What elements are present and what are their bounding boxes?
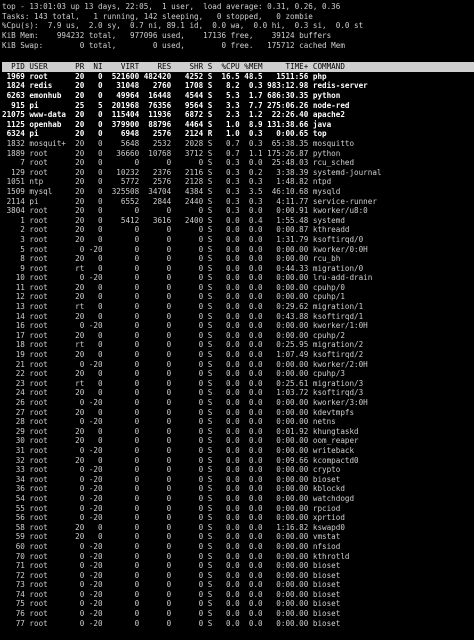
table-row: 58 root 20 0 0 0 0 S 0.0 0.0 1:16.82 ksw… — [2, 522, 345, 532]
table-row: 17 root 20 0 0 0 0 S 0.0 0.0 0:00.00 cpu… — [2, 330, 345, 340]
table-row: 13 root rt 0 0 0 0 S 0.0 0.0 0:29.62 mig… — [2, 302, 364, 312]
table-row: 1832 mosquit+ 20 0 5648 2532 2028 S 0.7 … — [2, 138, 355, 148]
table-row: 14 root 20 0 0 0 0 S 0.0 0.0 0:43.88 kso… — [2, 311, 364, 321]
table-row: 7 root 20 0 0 0 0 S 0.3 0.0 25:48.03 rcu… — [2, 158, 355, 168]
tasks-line: Tasks: 143 total, 1 running, 142 sleepin… — [2, 11, 313, 21]
table-row: 60 root 0 -20 0 0 0 S 0.0 0.0 0:00.00 nf… — [2, 541, 341, 551]
table-row: 9 root rt 0 0 0 0 S 0.0 0.0 0:44.33 migr… — [2, 263, 364, 273]
table-row: 1969 root 20 0 521600 482420 4252 S 16.5… — [2, 71, 327, 81]
table-row: 76 root 0 -20 0 0 0 S 0.0 0.0 0:00.00 bi… — [2, 609, 341, 619]
table-row: 33 root 0 -20 0 0 0 S 0.0 0.0 0:00.00 cr… — [2, 465, 341, 475]
table-row: 71 root 0 -20 0 0 0 S 0.0 0.0 0:00.00 bi… — [2, 561, 341, 571]
table-row: 75 root 0 -20 0 0 0 S 0.0 0.0 0:00.00 bi… — [2, 599, 341, 609]
table-row: 28 root 0 -20 0 0 0 S 0.0 0.0 0:00.00 ne… — [2, 417, 336, 427]
table-row: 32 root 20 0 0 0 0 S 0.0 0.0 0:09.66 kco… — [2, 455, 359, 465]
table-row: 56 root 0 -20 0 0 0 S 0.0 0.0 0:00.00 xp… — [2, 513, 345, 523]
table-row: 36 root 0 -20 0 0 0 S 0.0 0.0 0:00.00 kb… — [2, 484, 345, 494]
table-row: 129 root 20 0 10232 2376 2116 S 0.3 0.2 … — [2, 167, 382, 177]
table-row: 72 root 0 -20 0 0 0 S 0.0 0.0 0:00.00 bi… — [2, 570, 341, 580]
table-row: 1824 redis 20 0 31048 2760 1708 S 8.2 0.… — [2, 81, 368, 91]
table-row: 1509 mysql 20 0 325508 34704 4384 S 0.3 … — [2, 186, 341, 196]
table-row: 10 root 0 -20 0 0 0 S 0.0 0.0 0:00.00 lr… — [2, 273, 373, 283]
table-row: 19 root 20 0 0 0 0 S 0.0 0.0 1:07.49 kso… — [2, 350, 364, 360]
table-row: 1 root 20 0 5412 3616 2400 S 0.0 0.4 1:5… — [2, 215, 345, 225]
table-row: 3 root 20 0 0 0 0 S 0.0 0.0 1:31.79 ksof… — [2, 234, 364, 244]
table-row: 29 root 20 0 0 0 0 S 0.0 0.0 0:01.92 khu… — [2, 426, 359, 436]
table-row: 22 root 20 0 0 0 0 S 0.0 0.0 0:00.00 cpu… — [2, 369, 345, 379]
table-row: 2 root 20 0 0 0 0 S 0.0 0.0 0:00.87 kthr… — [2, 225, 350, 235]
table-row: 12 root 20 0 0 0 0 S 0.0 0.0 0:00.00 cpu… — [2, 292, 345, 302]
table-row: 74 root 0 -20 0 0 0 S 0.0 0.0 0:00.00 bi… — [2, 589, 341, 599]
table-row: 27 root 20 0 0 0 0 S 0.0 0.0 0:00.00 kde… — [2, 407, 355, 417]
table-row: 2114 pi 20 0 6552 2844 2440 S 0.3 0.3 4:… — [2, 196, 377, 206]
mem-line: KiB Mem: 994232 total, 977096 used, 1713… — [2, 31, 332, 41]
table-row: 23 root rt 0 0 0 0 S 0.0 0.0 0:25.61 mig… — [2, 378, 364, 388]
process-table: 1969 root 20 0 521600 482420 4252 S 16.5… — [2, 72, 474, 628]
table-row: 5 root 0 -20 0 0 0 S 0.0 0.0 0:00.00 kwo… — [2, 244, 368, 254]
table-row: 6263 emonhub 20 0 49964 16448 4544 S 5.3… — [2, 91, 341, 100]
swap-line: KiB Swap: 0 total, 0 used, 0 free. 17571… — [2, 40, 345, 50]
table-row: 1889 root 20 0 36660 10768 3712 S 0.7 1.… — [2, 148, 341, 158]
uptime-line: top - 13:01:03 up 13 days, 22:05, 1 user… — [2, 2, 341, 11]
table-row: 915 pi 25 5 201968 76356 9564 S 3.3 7.7 … — [2, 100, 350, 110]
table-row: 70 root 0 -20 0 0 0 S 0.0 0.0 0:00.00 kt… — [2, 551, 350, 561]
table-row: 73 root 0 -20 0 0 0 S 0.0 0.0 0:00.00 bi… — [2, 580, 341, 590]
terminal-window[interactable]: top - 13:01:03 up 13 days, 22:05, 1 user… — [0, 0, 474, 640]
table-row: 30 root 20 0 0 0 0 S 0.0 0.0 0:00.00 oom… — [2, 436, 359, 446]
table-row: 11 root 20 0 0 0 0 S 0.0 0.0 0:00.00 cpu… — [2, 282, 345, 292]
table-row: 21 root 0 -20 0 0 0 S 0.0 0.0 0:00.00 kw… — [2, 359, 368, 369]
table-row: 77 root 0 -20 0 0 0 S 0.0 0.0 0:00.00 bi… — [2, 618, 341, 628]
table-row: 26 root 0 -20 0 0 0 S 0.0 0.0 0:00.00 kw… — [2, 398, 368, 407]
process-table-header: PID USER PR NI VIRT RES SHR S %CPU %MEM … — [2, 62, 474, 72]
table-row: 54 root 0 -20 0 0 0 S 0.0 0.0 0:00.00 wa… — [2, 493, 355, 503]
table-row: 1051 ntp 20 0 5772 2576 2128 S 0.3 0.3 1… — [2, 177, 332, 187]
table-row: 34 root 0 -20 0 0 0 S 0.0 0.0 0:00.00 bi… — [2, 474, 341, 484]
table-row: 1125 openhab 20 0 379900 88796 4464 S 1.… — [2, 119, 332, 129]
table-row: 18 root rt 0 0 0 0 S 0.0 0.0 0:25.95 mig… — [2, 340, 364, 350]
table-row: 21075 www-data 20 0 115404 11936 6872 S … — [2, 110, 345, 120]
table-row: 3804 root 20 0 0 0 0 S 0.3 0.0 0:00.91 k… — [2, 206, 368, 216]
table-row: 31 root 0 -20 0 0 0 S 0.0 0.0 0:00.00 wr… — [2, 445, 355, 455]
table-row: 8 root 20 0 0 0 0 S 0.0 0.0 0:00.00 rcu_… — [2, 254, 341, 264]
table-row: 16 root 0 -20 0 0 0 S 0.0 0.0 0:00.00 kw… — [2, 321, 368, 331]
table-row: 6324 pi 20 0 6948 2576 2124 R 1.0 0.3 0:… — [2, 129, 327, 139]
cpu-line: %Cpu(s): 7.9 us, 2.0 sy, 0.7 ni, 89.1 id… — [2, 21, 364, 31]
table-row: 55 root 0 -20 0 0 0 S 0.0 0.0 0:00.00 rp… — [2, 503, 341, 513]
table-row: 24 root 20 0 0 0 0 S 0.0 0.0 1:03.72 kso… — [2, 388, 364, 398]
table-row: 59 root 20 0 0 0 0 S 0.0 0.0 0:00.00 vms… — [2, 532, 341, 542]
